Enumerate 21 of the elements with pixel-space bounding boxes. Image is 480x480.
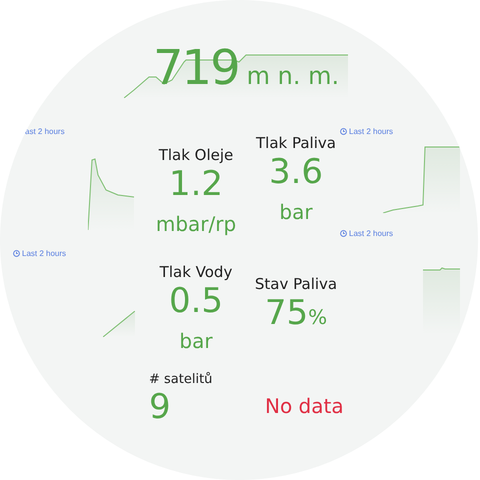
stat-title: Tlak Oleje: [158, 146, 234, 164]
stat-value: 75%: [264, 293, 328, 333]
stat-title: # satelitů: [149, 372, 214, 387]
stat-value: 1.2: [168, 164, 224, 204]
time-range-label[interactable]: Last 2 hours: [22, 249, 66, 258]
no-data-message: No data: [265, 394, 344, 418]
stat-value: 0.5: [168, 281, 224, 321]
time-range-label[interactable]: ast 2 hours: [25, 127, 65, 136]
stat-unit: bar: [179, 329, 213, 353]
stat-value: 9: [149, 387, 172, 427]
stat-value: 3.6: [268, 152, 324, 192]
time-range-label[interactable]: Last 2 hours: [349, 127, 394, 136]
time-range-label[interactable]: Last 2 hours: [349, 229, 394, 238]
stat-unit: bar: [279, 200, 313, 224]
stat-title: Tlak Paliva: [256, 134, 336, 152]
stat-title: Tlak Vody: [160, 263, 232, 281]
altitude-unit: m n. m.: [246, 62, 340, 90]
stat-title: Stav Paliva: [254, 275, 338, 293]
stat-unit: mbar/rp: [156, 212, 236, 236]
stat-unit: %: [308, 305, 328, 329]
sparkline: [103, 311, 135, 337]
